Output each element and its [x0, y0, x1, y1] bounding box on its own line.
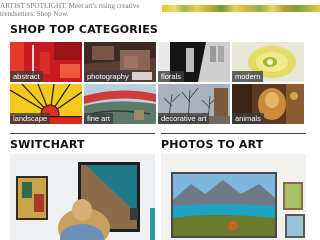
category-tile-animals[interactable]: animals [232, 84, 304, 124]
switchart-scene [10, 154, 155, 240]
shop-top-categories-heading: SHOP TOP CATEGORIES [10, 23, 159, 36]
category-label: decorative art [158, 113, 210, 124]
category-tile-abstract[interactable]: abstract [10, 42, 82, 82]
category-tile-florals[interactable]: florals [158, 42, 230, 82]
switchart-feature-image[interactable] [10, 154, 155, 240]
artist-spotlight-text[interactable]: ARTIST SPOTLIGHT. Meet art's rising crea… [0, 2, 150, 18]
photos-to-art-feature-image[interactable] [161, 154, 306, 240]
photos-to-art-scene [161, 154, 306, 240]
photos-to-art-heading: PHOTOS TO ART [161, 138, 264, 151]
category-label: animals [232, 113, 264, 124]
category-label: florals [158, 71, 185, 82]
category-tile-photography[interactable]: photography [84, 42, 156, 82]
artist-spotlight-banner[interactable]: ARTIST SPOTLIGHT. Meet art's rising crea… [0, 2, 158, 20]
category-tile-decorative-art[interactable]: decorative art [158, 84, 230, 124]
category-label: abstract [10, 71, 43, 82]
switchart-heading: SWITCHART [10, 138, 85, 151]
category-label: landscape [10, 113, 51, 124]
spotlight-banner-image[interactable] [162, 5, 320, 12]
category-tile-modern[interactable]: modern [232, 42, 304, 82]
section-divider [161, 133, 306, 134]
category-label: fine art [84, 113, 113, 124]
category-label: photography [84, 71, 132, 82]
category-label: modern [232, 71, 264, 82]
category-tile-fine-art[interactable]: fine art [84, 84, 156, 124]
section-divider [10, 133, 155, 134]
category-tile-landscape[interactable]: landscape [10, 84, 82, 124]
